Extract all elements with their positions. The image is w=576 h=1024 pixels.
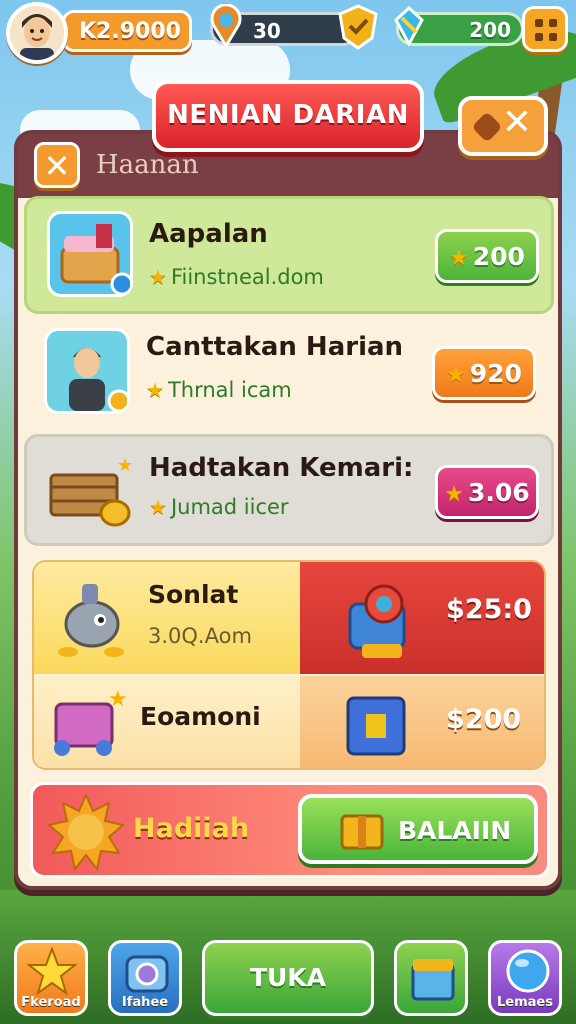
nav-button-main[interactable]: TUKA bbox=[202, 940, 374, 1016]
top-hud: K2.9000 30 200 bbox=[0, 0, 576, 64]
offer-price: $200 bbox=[446, 704, 522, 735]
star-icon: ★ bbox=[149, 495, 167, 519]
level-value: 30 bbox=[253, 19, 281, 43]
offer-name: Eoamoni bbox=[140, 702, 261, 731]
sun-icon bbox=[47, 793, 125, 871]
item-title: Hadtakan Kemari: bbox=[149, 453, 414, 483]
offer-name: Sonlat bbox=[148, 580, 239, 609]
close-button[interactable]: ✕ bbox=[458, 96, 548, 156]
shield-badge-icon[interactable] bbox=[338, 4, 378, 50]
offer-detail: 3.0Q.Aom bbox=[148, 624, 252, 648]
reward-label: Hadiiah bbox=[133, 813, 250, 844]
toy-box-icon: ★ bbox=[54, 687, 128, 756]
chest-icon: ★ bbox=[47, 453, 133, 533]
close-icon: ✕ bbox=[501, 102, 532, 143]
offer-card[interactable]: ★ Eoamoni bbox=[34, 676, 300, 768]
offer-price-card[interactable]: $25:0 bbox=[300, 562, 544, 674]
star-icon: ★ bbox=[149, 265, 167, 289]
nav-button-chest[interactable] bbox=[394, 940, 468, 1016]
box-icon bbox=[411, 959, 455, 1001]
item-subtitle: ★ Jumad iicer bbox=[149, 495, 289, 519]
character-icon bbox=[44, 328, 131, 414]
coin-counter[interactable]: K2.9000 bbox=[62, 10, 192, 52]
nav-button-camera[interactable]: Ifahee bbox=[108, 940, 182, 1016]
page-title: NENIAN DARIAN bbox=[167, 100, 409, 130]
nav-button-favorites[interactable]: Fkeroad bbox=[14, 940, 88, 1016]
machine-icon bbox=[348, 584, 406, 658]
panel-close-button[interactable]: ✕ bbox=[34, 142, 80, 188]
star-icon bbox=[27, 947, 77, 996]
nav-label: Ifahee bbox=[121, 995, 169, 1010]
camera-icon bbox=[125, 955, 169, 993]
svg-text:★: ★ bbox=[117, 455, 133, 476]
price-button[interactable]: ★ 200 bbox=[435, 229, 539, 283]
gift-icon bbox=[340, 814, 384, 850]
player-avatar[interactable] bbox=[6, 2, 68, 64]
crate-icon bbox=[346, 696, 406, 756]
list-item[interactable]: Canttakan Harian ★ Thrnal icam ★ 920 bbox=[24, 318, 554, 430]
item-subtitle: ★ Fiinstneal.dom bbox=[149, 265, 324, 289]
offer-price-card[interactable]: $200 bbox=[300, 676, 544, 768]
item-title: Aapalan bbox=[149, 219, 268, 249]
price-button[interactable]: ★ 920 bbox=[432, 346, 536, 400]
item-subtitle: ★ Thrnal icam bbox=[146, 378, 292, 402]
nav-label: Lemaes bbox=[497, 995, 553, 1010]
gem-icon bbox=[394, 6, 424, 46]
close-icon: ✕ bbox=[43, 147, 71, 185]
shop-offers: Sonlat 3.0Q.Aom $25:0 ★ Eoamoni $200 bbox=[32, 560, 546, 770]
claim-label: BALAIIN bbox=[398, 816, 512, 845]
avatar-face-icon bbox=[10, 6, 64, 60]
nav-main-label: TUKA bbox=[249, 963, 327, 992]
price-value: 200 bbox=[472, 242, 525, 271]
offer-card[interactable]: Sonlat 3.0Q.Aom bbox=[34, 562, 300, 674]
globe-icon bbox=[506, 949, 550, 993]
claim-button[interactable]: BALAIIN bbox=[298, 794, 538, 864]
svg-text:★: ★ bbox=[108, 687, 128, 712]
title-banner: NENIAN DARIAN bbox=[152, 80, 424, 152]
puzzle-icon bbox=[471, 111, 503, 143]
nav-label: Fkeroad bbox=[21, 995, 81, 1010]
nav-button-globe[interactable]: Lemaes bbox=[488, 940, 562, 1016]
list-item[interactable]: Aapalan ★ Fiinstneal.dom ★ 200 bbox=[24, 196, 554, 314]
coin-amount: K2.9000 bbox=[79, 19, 181, 44]
offer-price: $25:0 bbox=[446, 594, 532, 625]
gem-amount: 200 bbox=[469, 18, 511, 42]
item-title: Canttakan Harian bbox=[146, 332, 404, 362]
price-value: 3.06 bbox=[468, 478, 530, 507]
panel-label: Haanan bbox=[96, 150, 199, 180]
list-item[interactable]: ★ Hadtakan Kemari: ★ Jumad iicer ★ 3.06 bbox=[24, 434, 554, 546]
price-button[interactable]: ★ 3.06 bbox=[435, 465, 539, 519]
menu-button[interactable] bbox=[522, 6, 568, 52]
star-icon: ★ bbox=[146, 378, 164, 402]
robot-bird-icon bbox=[58, 584, 124, 657]
location-pin-icon bbox=[210, 4, 242, 48]
price-value: 920 bbox=[469, 359, 522, 388]
basket-icon bbox=[47, 211, 134, 297]
